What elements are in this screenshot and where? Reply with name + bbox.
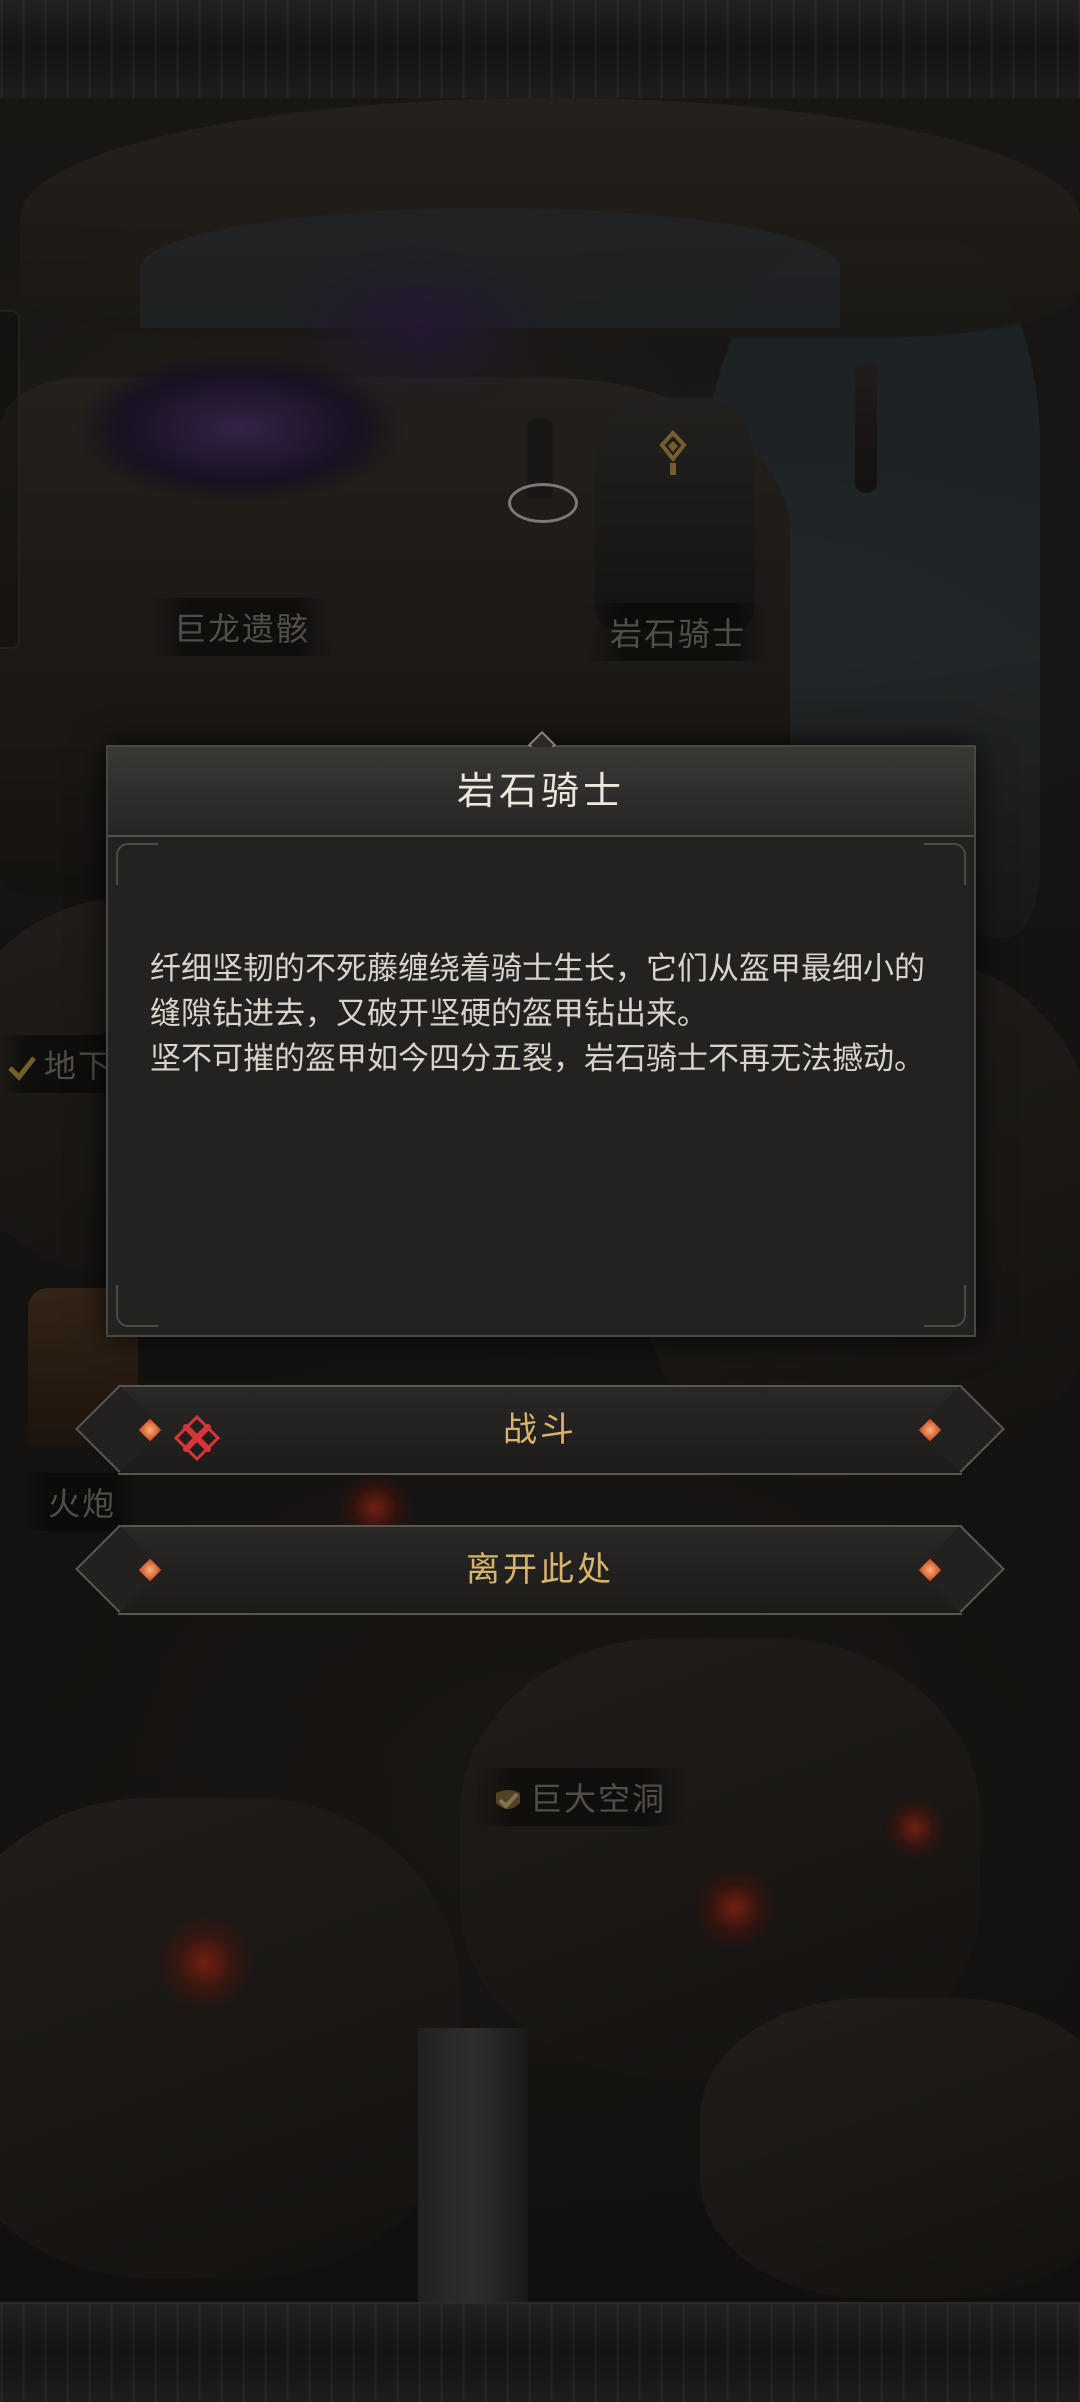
corner-ornament (924, 1285, 966, 1327)
fight-button-label: 战斗 (503, 1410, 577, 1450)
gem-icon (918, 1418, 942, 1442)
dialog-title: 岩石骑士 (108, 747, 974, 837)
crossed-swords-icon (173, 1407, 221, 1462)
corner-ornament (924, 843, 966, 885)
event-dialog: 岩石骑士 纤细坚韧的不死藤缠绕着骑士生长，它们从盔甲最细小的缝隙钻进去，又破开坚… (106, 730, 976, 1337)
dialog-description: 纤细坚韧的不死藤缠绕着骑士生长，它们从盔甲最细小的缝隙钻进去，又破开坚硬的盔甲钻… (150, 947, 940, 1082)
fight-button[interactable]: 战斗 (118, 1385, 962, 1475)
leave-button[interactable]: 离开此处 (118, 1525, 962, 1615)
gem-icon (138, 1558, 162, 1582)
corner-ornament (116, 1285, 158, 1327)
leave-button-label: 离开此处 (466, 1550, 614, 1590)
bottom-ornament-bar (0, 2302, 1080, 2402)
top-ornament-bar (0, 0, 1080, 100)
dialog-paragraph: 纤细坚韧的不死藤缠绕着骑士生长，它们从盔甲最细小的缝隙钻进去，又破开坚硬的盔甲钻… (150, 951, 925, 1032)
dialog-paragraph: 坚不可摧的盔甲如今四分五裂，岩石骑士不再无法撼动。 (150, 1041, 925, 1077)
gem-icon (918, 1558, 942, 1582)
gem-icon (138, 1418, 162, 1442)
corner-ornament (116, 843, 158, 885)
